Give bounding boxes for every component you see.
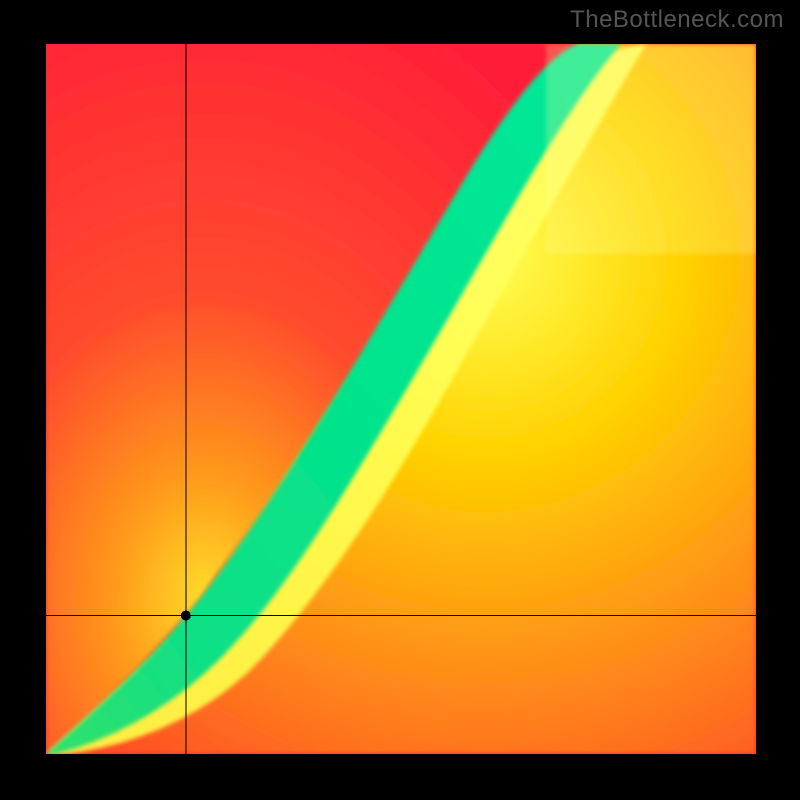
crosshair-point xyxy=(181,611,191,621)
corner-light xyxy=(546,44,756,254)
chart-container: TheBottleneck.com xyxy=(0,0,800,800)
attribution-text: TheBottleneck.com xyxy=(570,6,784,34)
heatmap-layers xyxy=(46,44,756,754)
heatmap-plot xyxy=(46,44,756,754)
